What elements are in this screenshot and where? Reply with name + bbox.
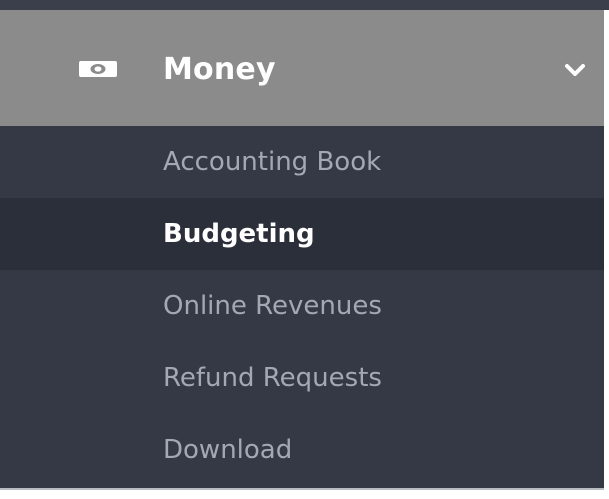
submenu-item-accounting-book[interactable]: Accounting Book xyxy=(0,126,604,198)
sidebar-frame: Money Accounting Book Budgeting Online R… xyxy=(0,0,609,499)
submenu-item-label: Refund Requests xyxy=(163,363,382,393)
top-strip xyxy=(0,0,609,10)
submenu-item-label: Accounting Book xyxy=(163,147,382,177)
menu-title: Money xyxy=(163,52,276,87)
money-bill-icon xyxy=(78,60,118,78)
submenu-item-label: Download xyxy=(163,435,293,465)
bottom-divider xyxy=(0,488,604,490)
submenu-item-label: Online Revenues xyxy=(163,291,382,321)
submenu-item-refund-requests[interactable]: Refund Requests xyxy=(0,342,604,414)
menu-header-money[interactable]: Money xyxy=(0,10,604,126)
submenu-item-online-revenues[interactable]: Online Revenues xyxy=(0,270,604,342)
sidebar-menu-money: Money Accounting Book Budgeting Online R… xyxy=(0,10,604,488)
submenu-item-budgeting[interactable]: Budgeting xyxy=(0,198,604,270)
submenu-item-download[interactable]: Download xyxy=(0,414,604,486)
chevron-down-icon[interactable] xyxy=(564,62,586,78)
submenu-item-label: Budgeting xyxy=(163,219,315,249)
